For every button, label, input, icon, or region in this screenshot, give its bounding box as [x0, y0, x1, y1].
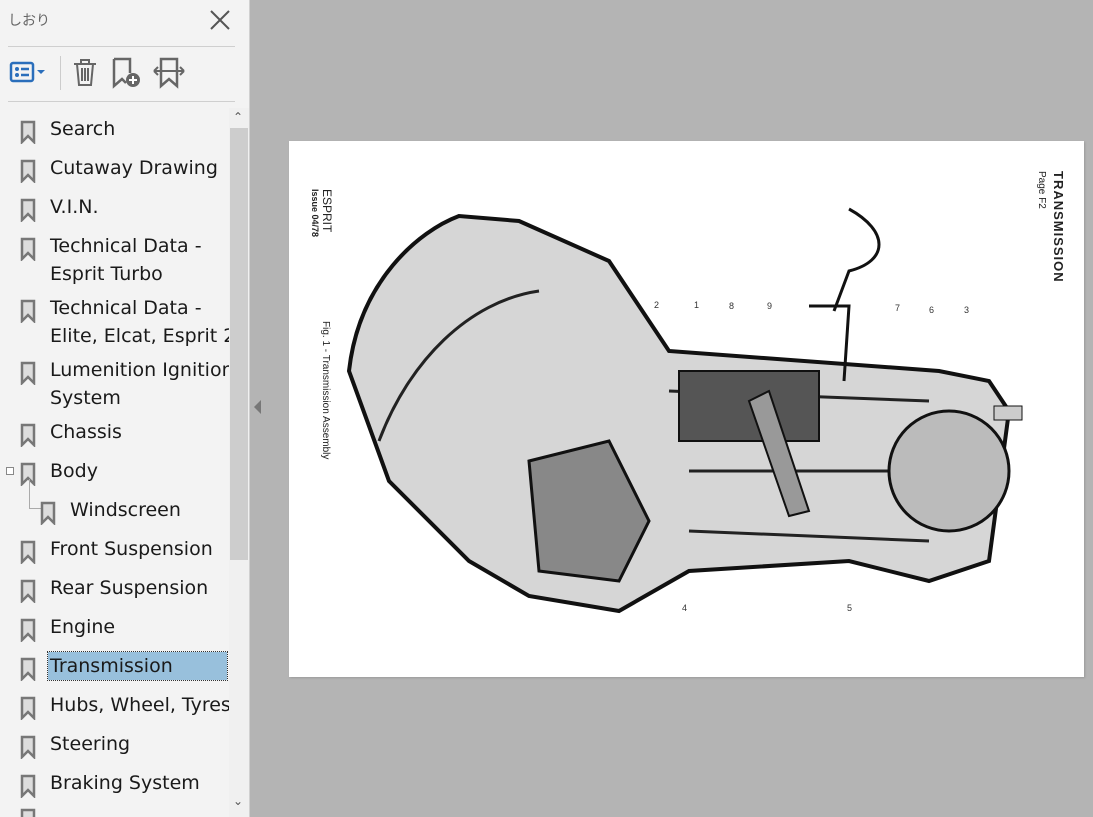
- callout-label: 5: [847, 603, 852, 613]
- bookmark-label: System: [50, 387, 121, 409]
- bookmark-label: Front Suspension: [50, 538, 213, 560]
- bookmark-label: Technical Data -: [50, 297, 202, 319]
- bookmark-list: Search Cutaway Drawing V.I.N. Technical …: [0, 108, 229, 817]
- bookmark-label: Cutaway Drawing: [50, 157, 218, 179]
- bookmark-icon: [20, 159, 36, 191]
- bookmark-label: Steering: [50, 733, 131, 755]
- callout-label: 2: [654, 300, 659, 310]
- divider: [8, 101, 235, 102]
- bookmark-item[interactable]: Braking System: [0, 769, 229, 800]
- bookmark-icon: [20, 657, 36, 689]
- bookmark-icon: [20, 579, 36, 611]
- bookmark-item[interactable]: Technical Data - Esprit Turbo: [0, 232, 229, 288]
- divider: [8, 46, 235, 47]
- bookmark-options-icon[interactable]: [9, 56, 49, 90]
- bookmark-item[interactable]: Front Suspension: [0, 535, 229, 566]
- bookmark-icon: [20, 237, 36, 269]
- bookmark-item[interactable]: Windscreen: [0, 496, 229, 527]
- bookmark-item[interactable]: Cutaway Drawing: [0, 154, 229, 185]
- bookmark-icon: [20, 299, 36, 331]
- scrollbar[interactable]: ⌃ ⌄: [229, 108, 249, 817]
- bookmark-item[interactable]: Steering: [0, 730, 229, 761]
- bookmark-item[interactable]: Hubs, Wheel, Tyres: [0, 691, 229, 722]
- bookmark-icon: [20, 198, 36, 230]
- toolbar-divider: [60, 56, 61, 90]
- callout-label: 9: [767, 301, 772, 311]
- expand-bookmark-icon[interactable]: [152, 56, 186, 90]
- callout-label: 4: [682, 603, 687, 613]
- bookmark-label: Lumenition Ignition: [50, 359, 229, 381]
- bookmark-label: Chassis: [50, 421, 122, 443]
- bookmark-item[interactable]: Transmission: [0, 651, 229, 683]
- bookmark-label: Engine: [50, 616, 116, 638]
- bookmark-icon: [20, 361, 36, 393]
- transmission-drawing: 1 2 3 4 5 6 7 8 9: [346, 207, 1023, 614]
- callout-label: 7: [895, 303, 900, 313]
- callout-label: 3: [964, 305, 969, 315]
- bookmark-item[interactable]: Rear Suspension: [0, 574, 229, 605]
- bookmark-item[interactable]: V.I.N.: [0, 193, 229, 224]
- panel-title: しおり: [8, 13, 50, 29]
- bookmark-label: Technical Data -: [50, 235, 202, 257]
- close-icon[interactable]: [208, 8, 232, 32]
- bookmark-icon: [20, 120, 36, 152]
- new-bookmark-icon[interactable]: [110, 56, 144, 90]
- callout-label: 1: [694, 300, 699, 310]
- bookmark-label: Esprit Turbo: [50, 263, 163, 285]
- bookmark-item[interactable]: Search: [0, 115, 229, 146]
- bookmark-item[interactable]: Body: [0, 457, 229, 509]
- bookmark-icon: [20, 618, 36, 650]
- bookmark-item[interactable]: Engine: [0, 613, 229, 644]
- bookmark-label: V.I.N.: [50, 196, 99, 218]
- bookmark-item[interactable]: Chassis: [0, 418, 229, 449]
- scrollbar-thumb[interactable]: [230, 128, 248, 560]
- bookmark-label: Elite, Elcat, Esprit 2.2: [50, 325, 229, 347]
- bookmark-icon: [20, 808, 36, 817]
- bookmark-icon: [20, 462, 36, 494]
- bookmark-label: Transmission: [47, 651, 228, 681]
- bookmark-icon: [20, 774, 36, 806]
- scroll-down-icon[interactable]: ⌄: [233, 794, 243, 808]
- bookmark-label: Braking System: [50, 772, 200, 794]
- bookmark-icon: [40, 501, 56, 533]
- collapse-panel-icon[interactable]: [254, 400, 261, 414]
- bookmark-label: Search: [50, 118, 116, 140]
- bookmark-icon: [20, 696, 36, 728]
- callout-label: 6: [929, 305, 934, 315]
- document-page: TRANSMISSION Page F2 ESPRIT Issue 04/78 …: [289, 141, 1084, 677]
- bookmark-item[interactable]: Technical Data - Elite, Elcat, Esprit 2.2: [0, 294, 229, 350]
- bookmark-label: Windscreen: [70, 499, 181, 521]
- bookmark-label: Hubs, Wheel, Tyres: [50, 694, 229, 716]
- bookmark-label: Rear Suspension: [50, 577, 209, 599]
- bookmark-label: Body: [50, 460, 98, 482]
- bookmark-icon: [20, 540, 36, 572]
- callout-label: 8: [729, 301, 734, 311]
- expand-toggle[interactable]: [6, 467, 14, 475]
- bookmark-icon: [20, 423, 36, 455]
- delete-bookmark-icon[interactable]: [70, 56, 100, 90]
- scroll-up-icon[interactable]: ⌃: [233, 110, 243, 124]
- bookmark-icon: [20, 735, 36, 767]
- bookmarks-panel: しおり Search Cutaway Drawing V.I.N. Techni…: [0, 0, 250, 817]
- bookmark-item[interactable]: Lumenition Ignition System: [0, 356, 229, 412]
